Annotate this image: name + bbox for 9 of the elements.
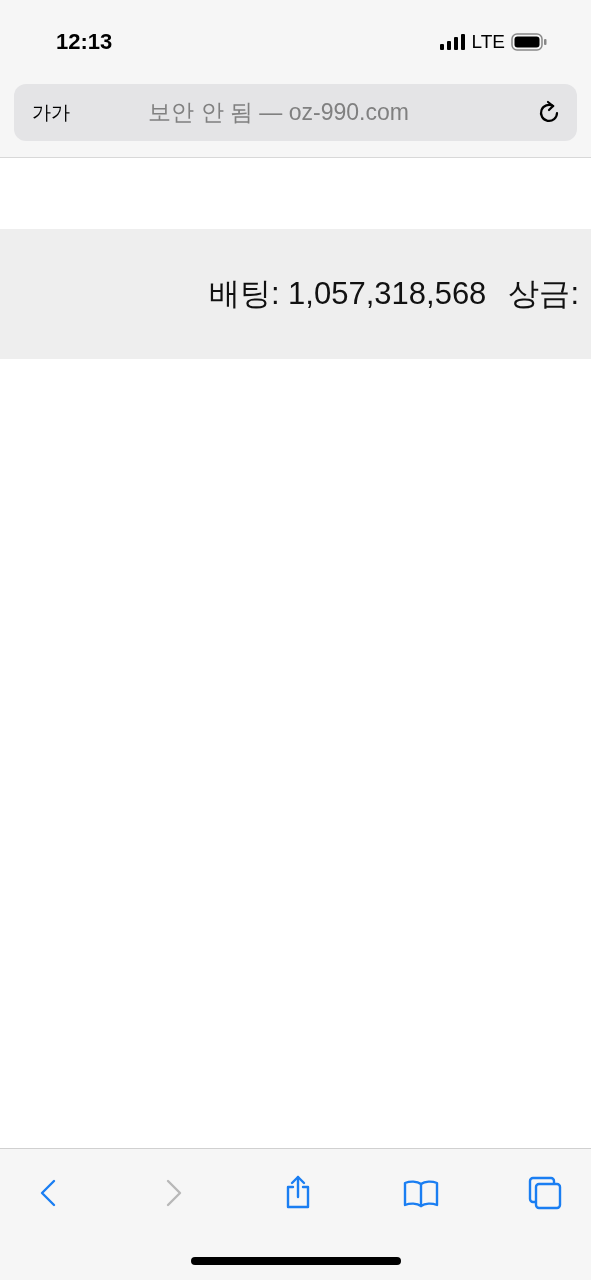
address-bar[interactable]: 가가 보안 안 됨 — oz-990.com [14, 84, 577, 141]
status-time: 12:13 [56, 29, 113, 55]
text-size-button[interactable]: 가가 [32, 99, 70, 126]
banner-text: 배팅: 1,057,318,568 [208, 275, 487, 313]
url-text: 보안 안 됨 — oz-990.com [147, 98, 410, 127]
network-label: LTE [471, 31, 505, 53]
banner-text: 상금: [508, 275, 579, 313]
battery-icon [511, 33, 547, 51]
signal-icon [439, 34, 466, 50]
